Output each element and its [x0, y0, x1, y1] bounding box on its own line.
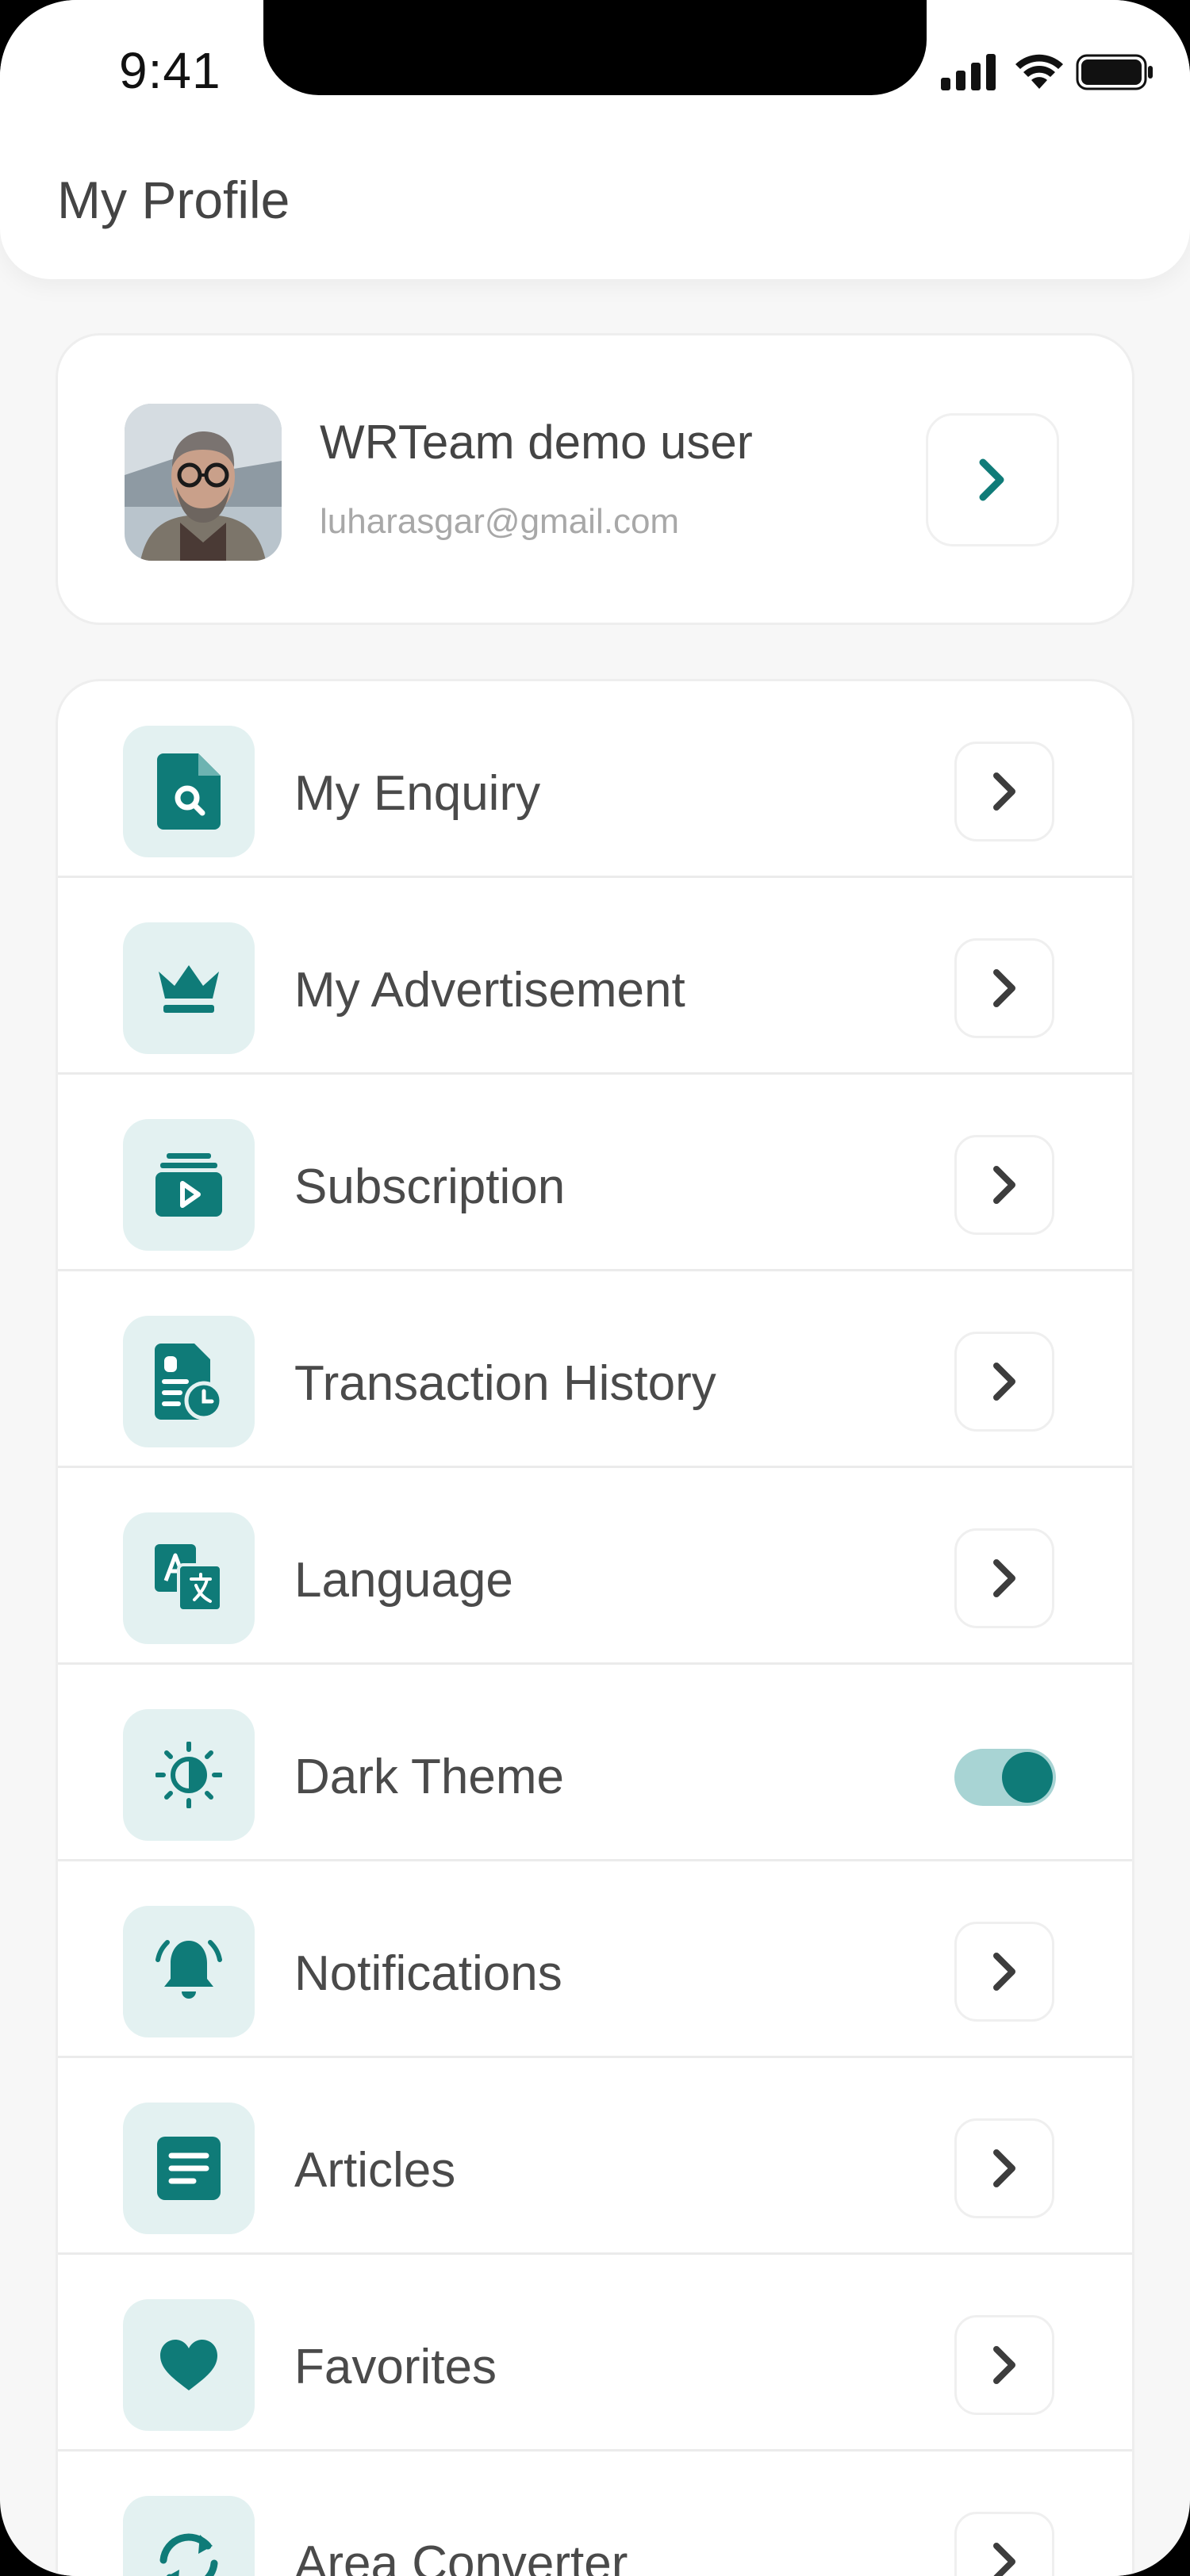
chevron-right-icon	[993, 1363, 1015, 1401]
menu-item-label: Dark Theme	[294, 1750, 564, 1804]
theme-contrast-icon	[155, 1742, 222, 1808]
menu-item-subscription[interactable]: Subscription	[58, 1075, 1132, 1271]
chevron-right-icon	[993, 1166, 1015, 1204]
page-title: My Profile	[57, 171, 290, 229]
subscription-play-icon	[155, 1153, 222, 1217]
chevron-button[interactable]	[954, 2512, 1054, 2576]
menu-item-label: Language	[294, 1553, 513, 1608]
user-email: luharasgar@gmail.com	[320, 502, 680, 541]
menu-item-language[interactable]: Language	[58, 1468, 1132, 1665]
settings-menu: My Enquiry My Advertisement Subscription…	[56, 679, 1134, 2576]
phone-screen: My Profile 9:41 WRTeam demo user luharas…	[0, 0, 1190, 2576]
menu-item-label: Area Converter	[294, 2536, 628, 2576]
chevron-button[interactable]	[954, 938, 1054, 1038]
profile-open-button[interactable]	[926, 413, 1059, 546]
menu-item-my-advertisement[interactable]: My Advertisement	[58, 878, 1132, 1075]
chevron-right-icon	[993, 2149, 1015, 2187]
chevron-right-icon	[993, 1953, 1015, 1991]
menu-item-label: Notifications	[294, 1946, 562, 2001]
menu-icon-box	[123, 1512, 255, 1644]
chevron-button[interactable]	[954, 2315, 1054, 2415]
chevron-right-icon	[993, 2346, 1015, 2384]
chevron-right-icon	[993, 1559, 1015, 1597]
bell-icon	[155, 1940, 222, 1999]
menu-item-label: My Enquiry	[294, 766, 541, 821]
chevron-button[interactable]	[954, 2118, 1054, 2218]
user-name: WRTeam demo user	[320, 416, 753, 469]
heart-icon	[160, 2340, 217, 2390]
translate-icon	[155, 1544, 223, 1612]
chevron-button[interactable]	[954, 742, 1054, 841]
menu-icon-box	[123, 1119, 255, 1251]
device-notch	[263, 0, 927, 95]
document-clock-icon	[155, 1344, 223, 1420]
chevron-right-icon	[979, 458, 1004, 501]
menu-item-articles[interactable]: Articles	[58, 2058, 1132, 2255]
signal-icon	[941, 54, 996, 90]
crown-icon	[159, 965, 219, 1013]
wifi-icon	[1015, 54, 1063, 89]
convert-icon	[159, 2533, 218, 2576]
menu-icon-box	[123, 2299, 255, 2431]
chevron-button[interactable]	[954, 1528, 1054, 1628]
menu-item-label: Articles	[294, 2143, 456, 2198]
menu-item-label: My Advertisement	[294, 963, 685, 1018]
menu-item-my-enquiry[interactable]: My Enquiry	[58, 681, 1132, 878]
menu-icon-box	[123, 1316, 255, 1447]
battery-icon	[1076, 54, 1153, 90]
menu-item-area-converter[interactable]: Area Converter	[58, 2451, 1132, 2576]
menu-icon-box	[123, 922, 255, 1054]
chevron-right-icon	[993, 772, 1015, 811]
chevron-right-icon	[993, 2543, 1015, 2576]
menu-item-label: Subscription	[294, 1160, 566, 1214]
menu-item-label: Favorites	[294, 2340, 497, 2394]
chevron-right-icon	[993, 969, 1015, 1007]
profile-card[interactable]: WRTeam demo user luharasgar@gmail.com	[56, 333, 1134, 625]
menu-icon-box	[123, 2496, 255, 2576]
article-icon	[157, 2137, 221, 2200]
chevron-button[interactable]	[954, 1922, 1054, 2022]
menu-item-notifications[interactable]: Notifications	[58, 1861, 1132, 2058]
menu-icon-box	[123, 1906, 255, 2037]
menu-icon-box	[123, 726, 255, 857]
status-time: 9:41	[119, 42, 221, 99]
menu-icon-box	[123, 2103, 255, 2234]
menu-item-transaction-history[interactable]: Transaction History	[58, 1271, 1132, 1468]
menu-item-label: Transaction History	[294, 1356, 716, 1411]
avatar	[125, 404, 282, 561]
menu-item-favorites[interactable]: Favorites	[58, 2255, 1132, 2451]
chevron-button[interactable]	[954, 1135, 1054, 1235]
status-bar: 9:41	[0, 0, 1190, 143]
menu-icon-box	[123, 1709, 255, 1841]
file-search-icon	[157, 753, 221, 830]
chevron-button[interactable]	[954, 1332, 1054, 1432]
dark-theme-toggle[interactable]	[954, 1749, 1056, 1806]
toggle-knob	[1002, 1752, 1053, 1803]
menu-item-dark-theme[interactable]: Dark Theme	[58, 1665, 1132, 1861]
